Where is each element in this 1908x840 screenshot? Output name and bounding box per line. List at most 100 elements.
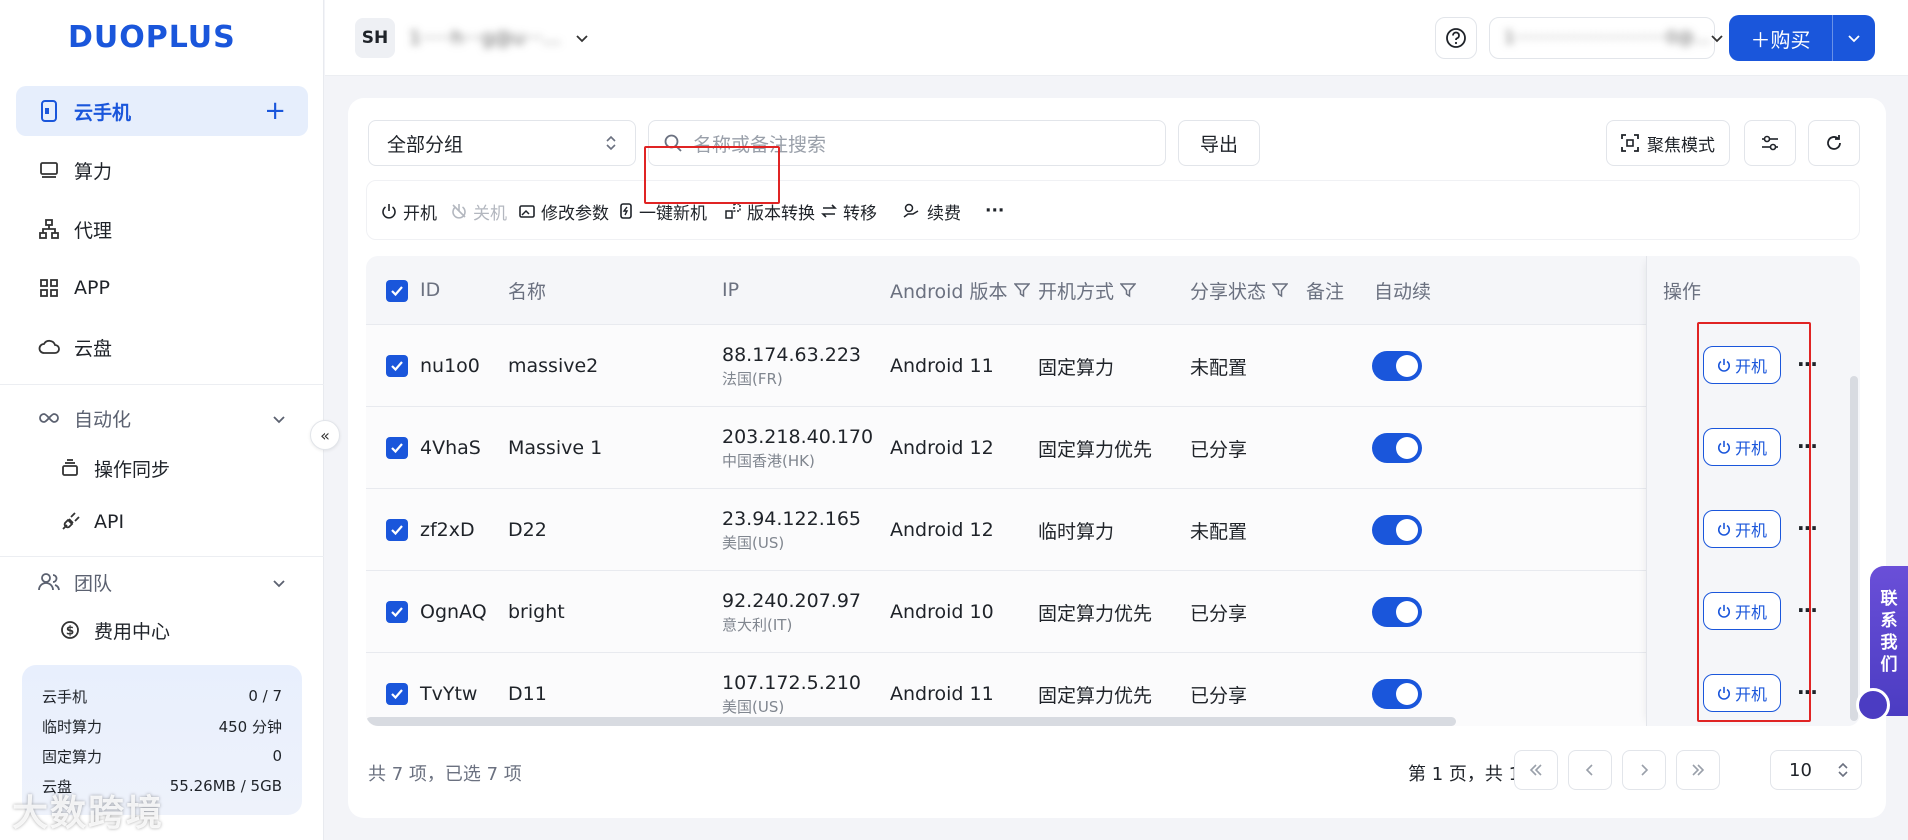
- sidebar-item-cloud-phone[interactable]: 云手机 +: [16, 86, 308, 136]
- user-dropdown[interactable]: 1····························0@...: [1489, 17, 1723, 59]
- chevron-down-icon: [1710, 33, 1724, 43]
- sidebar-item-cloud-drive[interactable]: 云盘: [16, 322, 308, 372]
- sidebar-item-label: 云手机: [74, 101, 132, 124]
- filter-icon[interactable]: [1013, 282, 1030, 298]
- chevron-down-icon: [272, 407, 286, 429]
- cell-name: bright: [508, 601, 565, 623]
- chevron-down-icon[interactable]: [1833, 33, 1875, 43]
- toolbar-label: 续费: [927, 203, 961, 224]
- group-select[interactable]: 全部分组: [368, 120, 636, 166]
- layers-icon: [60, 458, 82, 478]
- power-on-action[interactable]: 开机: [381, 181, 437, 241]
- sidebar-item-label: 算力: [74, 160, 113, 183]
- next-page-button[interactable]: [1622, 750, 1666, 790]
- avatar: SH: [355, 18, 395, 58]
- sidebar-item-billing[interactable]: $ 费用中心: [60, 608, 170, 652]
- sidebar-item-label: 操作同步: [94, 458, 171, 481]
- transfer-action[interactable]: 转移: [821, 181, 877, 241]
- table-row[interactable]: 4VhaS Massive 1 203.218.40.170 中国香港(HK) …: [366, 406, 1860, 488]
- renew-action[interactable]: 续费: [903, 181, 961, 241]
- add-phone-button[interactable]: +: [264, 96, 286, 126]
- select-all-checkbox[interactable]: [386, 280, 408, 302]
- highlight-box-operations: [1697, 322, 1811, 722]
- first-page-button[interactable]: [1514, 750, 1558, 790]
- ip-region: 中国香港(HK): [722, 451, 815, 470]
- column-header-id[interactable]: ID: [420, 256, 440, 324]
- group-label: 团队: [74, 572, 113, 595]
- sidebar-item-app[interactable]: APP: [16, 263, 308, 313]
- column-header-ip[interactable]: IP: [722, 256, 739, 324]
- auto-renew-toggle[interactable]: [1372, 433, 1422, 463]
- cell-name: D22: [508, 519, 547, 541]
- collapse-sidebar-button[interactable]: «: [310, 420, 340, 450]
- auto-renew-toggle[interactable]: [1372, 679, 1422, 709]
- row-checkbox[interactable]: [386, 519, 408, 541]
- sidebar-item-sync[interactable]: 操作同步: [60, 446, 170, 490]
- contact-label-char: 系: [1880, 611, 1898, 631]
- column-header-auto-renew[interactable]: 自动续: [1374, 256, 1431, 324]
- cell-share-status: 未配置: [1190, 520, 1248, 543]
- sidebar-item-compute[interactable]: 算力: [16, 145, 308, 195]
- auto-renew-toggle[interactable]: [1372, 351, 1422, 381]
- focus-mode-label: 聚焦模式: [1647, 135, 1715, 156]
- export-button[interactable]: 导出: [1178, 120, 1260, 166]
- cell-android: Android 12: [890, 437, 994, 459]
- buy-button[interactable]: ＋购买: [1729, 15, 1875, 61]
- chat-icon[interactable]: [1856, 688, 1890, 722]
- group-label: 自动化: [74, 408, 132, 431]
- logo[interactable]: DUOPLUS: [68, 20, 236, 55]
- sidebar-item-label: 云盘: [74, 337, 113, 360]
- refresh-button[interactable]: [1808, 120, 1860, 166]
- table-row[interactable]: TvYtw D11 107.172.5.210 美国(US) Android 1…: [366, 652, 1860, 726]
- auto-renew-toggle[interactable]: [1372, 515, 1422, 545]
- auto-renew-toggle[interactable]: [1372, 597, 1422, 627]
- focus-mode-button[interactable]: 聚焦模式: [1606, 120, 1730, 166]
- sidebar-group-team[interactable]: 团队: [16, 560, 308, 604]
- double-chevron-right-icon: [1690, 763, 1706, 777]
- account-switcher[interactable]: SH 1·····h···g@u···...: [355, 18, 589, 58]
- cell-name: Massive 1: [508, 437, 603, 459]
- cell-id: TvYtw: [420, 683, 478, 705]
- column-header-android[interactable]: Android 版本: [890, 256, 1030, 324]
- ip-address: 23.94.122.165: [722, 507, 862, 530]
- toolbar-label: 修改参数: [541, 203, 609, 224]
- ip-address: 92.240.207.97: [722, 589, 862, 612]
- sidebar-item-api[interactable]: API: [60, 500, 124, 544]
- row-checkbox[interactable]: [386, 601, 408, 623]
- sidebar-item-proxy[interactable]: 代理: [16, 204, 308, 254]
- table-row[interactable]: OgnAQ bright 92.240.207.97 意大利(IT) Andro…: [366, 570, 1860, 652]
- filter-icon[interactable]: [1272, 282, 1289, 298]
- horizontal-scrollbar[interactable]: [366, 717, 1456, 726]
- column-header-remark[interactable]: 备注: [1306, 256, 1344, 324]
- users-icon: [38, 572, 60, 592]
- sidebar-group-automation[interactable]: 自动化: [16, 396, 308, 440]
- buy-label[interactable]: ＋购买: [1729, 15, 1833, 61]
- column-header-share-status[interactable]: 分享状态: [1190, 256, 1289, 324]
- usage-row: 固定算力 0: [42, 741, 282, 771]
- column-header-label: 开机方式: [1038, 280, 1115, 303]
- column-header-boot-mode[interactable]: 开机方式: [1038, 256, 1137, 324]
- table-row[interactable]: nu1o0 massive2 88.174.63.223 法国(FR) Andr…: [366, 324, 1860, 406]
- contact-label-char: 联: [1880, 589, 1898, 609]
- help-button[interactable]: [1435, 17, 1477, 59]
- page-size-value: 10: [1789, 759, 1812, 781]
- ip-region: 意大利(IT): [722, 615, 793, 634]
- column-settings-button[interactable]: [1744, 120, 1796, 166]
- filter-icon[interactable]: [1120, 282, 1137, 298]
- toolbar-label: 转移: [843, 203, 877, 224]
- convert-icon: [725, 203, 741, 219]
- grid-icon: [38, 277, 60, 299]
- row-checkbox[interactable]: [386, 683, 408, 705]
- last-page-button[interactable]: [1676, 750, 1720, 790]
- table-row[interactable]: zf2xD D22 23.94.122.165 美国(US) Android 1…: [366, 488, 1860, 570]
- more-actions-button[interactable]: ···: [985, 181, 1004, 241]
- row-checkbox[interactable]: [386, 355, 408, 377]
- power-off-action[interactable]: 关机: [451, 181, 507, 241]
- vertical-scrollbar[interactable]: [1850, 376, 1858, 721]
- row-checkbox[interactable]: [386, 437, 408, 459]
- contact-label-char: 我: [1880, 633, 1898, 653]
- column-header-name[interactable]: 名称: [508, 256, 546, 324]
- modify-params-action[interactable]: 修改参数: [519, 181, 609, 241]
- page-size-select[interactable]: 10: [1770, 750, 1862, 790]
- prev-page-button[interactable]: [1568, 750, 1612, 790]
